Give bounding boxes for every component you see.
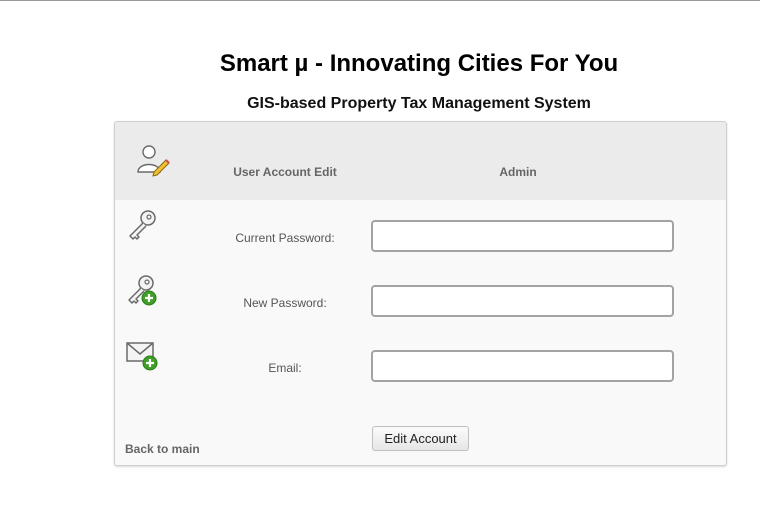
account-edit-panel: User Account Edit Admin Current Password… <box>114 121 727 466</box>
key-add-icon <box>128 275 157 306</box>
new-password-label: New Password: <box>243 296 327 310</box>
key-icon <box>129 210 156 240</box>
page-title: Smart µ - Innovating Cities For You <box>219 50 619 77</box>
top-divider <box>0 0 760 1</box>
user-edit-icon <box>137 145 170 177</box>
panel-header: User Account Edit Admin <box>115 122 726 200</box>
panel-heading: User Account Edit <box>233 165 337 179</box>
email-input[interactable] <box>371 350 674 382</box>
mail-add-icon <box>126 342 158 371</box>
new-password-input[interactable] <box>371 285 674 317</box>
email-label: Email: <box>268 361 302 375</box>
username-label: Admin <box>499 165 537 179</box>
edit-account-button[interactable]: Edit Account <box>372 426 469 451</box>
current-password-input[interactable] <box>371 220 674 252</box>
page-subtitle: GIS-based Property Tax Management System <box>247 95 591 112</box>
current-password-label: Current Password: <box>235 231 335 245</box>
back-to-main-link[interactable]: Back to main <box>125 442 200 456</box>
